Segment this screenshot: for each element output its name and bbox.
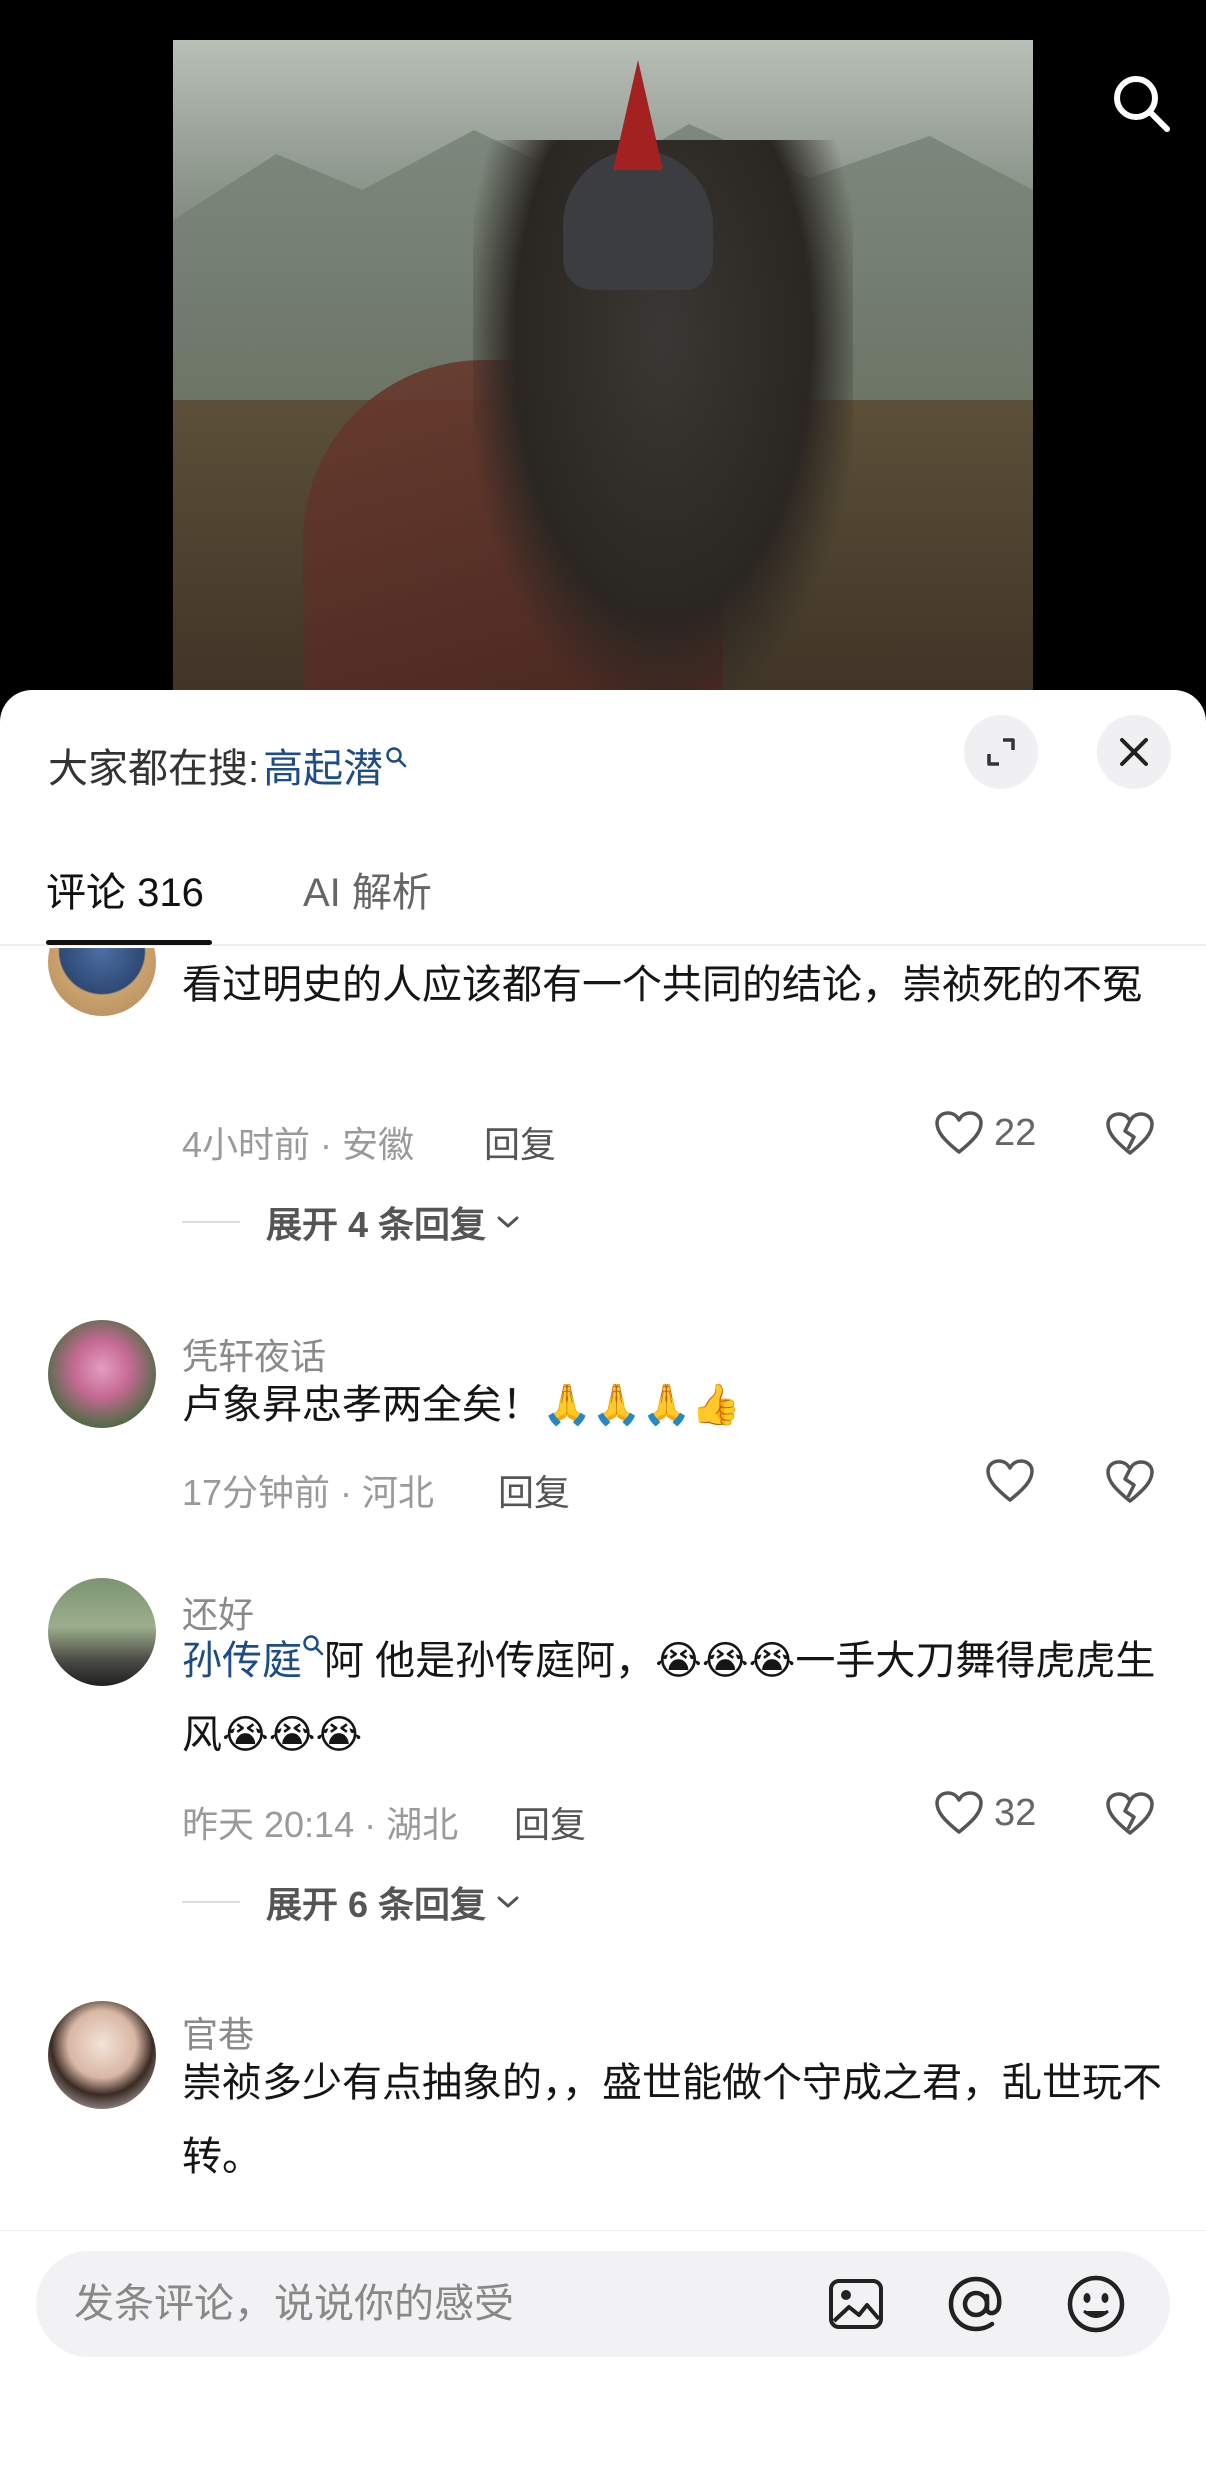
small-search-icon [386,747,407,768]
expand-replies-label: 展开 6 条回复 [266,1884,487,1925]
tab-bar: 评论 316 AI 解析 [0,840,1206,946]
dislike-button[interactable] [1105,1459,1155,1510]
broken-heart-icon [1106,1792,1154,1835]
at-icon [948,2276,1002,2332]
comment-text-block: 孙传庭 阿 他是孙传庭阿，😭😭😭一手大刀舞得虎虎生风😭😭😭 [182,1624,1162,1772]
comment-time-location: 4小时前 · 安徽 [182,1124,415,1165]
close-button[interactable] [1097,715,1171,789]
like-button[interactable]: 32 [934,1790,1036,1836]
video-frame[interactable] [173,40,1033,700]
comment-list[interactable]: 看过明史的人应该都有一个共同的结论，崇祯死的不冤 4小时前 · 安徽 回复 22… [0,948,1206,2248]
mention-button[interactable] [946,2274,1006,2334]
mention-link[interactable]: 孙传庭 [182,1639,302,1683]
video-helmet-plume [613,60,663,170]
comment-input-pill[interactable] [36,2251,1170,2357]
heart-icon [935,1791,983,1834]
expand-replies-label: 展开 4 条回复 [266,1204,487,1245]
video-player[interactable] [0,0,1206,700]
like-count: 32 [994,1791,1037,1834]
divider-line [182,1221,240,1223]
reply-button[interactable]: 回复 [514,1796,586,1848]
image-button[interactable] [826,2274,886,2334]
expand-replies[interactable]: 展开 4 条回复 [182,1196,522,1248]
search-icon [1114,76,1170,132]
avatar[interactable] [48,1578,156,1686]
comment-sheet: 大家都在搜: 高起潜 评论 316 AI 解析 看过明史的人应该都有一个共同的结… [0,690,1206,2475]
close-icon [1120,738,1148,766]
chevron-down-icon [497,1216,519,1228]
comment-input[interactable] [74,2251,774,2357]
search-button[interactable] [1106,68,1176,138]
hot-search-prefix: 大家都在搜: [48,747,260,791]
comment-time-location: 17分钟前 · 河北 [182,1472,435,1513]
chevron-down-icon [497,1896,519,1908]
emoji-icon [1067,2275,1125,2333]
dislike-button[interactable] [1105,1111,1155,1162]
comment-composer [0,2230,1206,2475]
broken-heart-icon [1106,1112,1154,1155]
tab-comments[interactable]: 评论 316 [46,860,204,918]
like-count: 22 [994,1111,1037,1154]
avatar[interactable] [48,948,156,1016]
heart-icon [935,1111,983,1154]
tab-ai-analysis[interactable]: AI 解析 [303,860,432,918]
reply-button[interactable]: 回复 [484,1116,556,1168]
comment-text: 卢象昇忠孝两全矣！🙏🙏🙏👍 [182,1383,742,1427]
like-button[interactable] [985,1458,1035,1504]
like-button[interactable]: 22 [934,1110,1036,1156]
small-search-icon [303,1635,324,1656]
expand-button[interactable] [964,715,1038,789]
expand-replies[interactable]: 展开 6 条回复 [182,1876,522,1928]
avatar[interactable] [48,1320,156,1428]
heart-icon [986,1459,1034,1502]
image-icon [829,2279,883,2329]
active-tab-indicator [46,940,212,945]
avatar[interactable] [48,2001,156,2109]
comment-text: 崇祯多少有点抽象的，，盛世能做个守成之君，乱世玩不转。 [182,2061,1162,2179]
hot-search[interactable]: 大家都在搜: 高起潜 [48,736,407,794]
comment-time-location: 昨天 20:14 · 湖北 [182,1804,459,1845]
sheet-header: 大家都在搜: 高起潜 [0,690,1206,830]
broken-heart-icon [1106,1460,1154,1503]
divider-line [182,1901,240,1903]
emoji-button[interactable] [1066,2274,1126,2334]
video-general-helmet [563,150,713,290]
comment-text: 看过明史的人应该都有一个共同的结论，崇祯死的不冤 [182,963,1142,1007]
expand-icon [987,738,1015,766]
hot-search-keyword[interactable]: 高起潜 [263,736,383,794]
dislike-button[interactable] [1105,1791,1155,1842]
reply-button[interactable]: 回复 [498,1464,570,1516]
comment-text: 阿 他是孙传庭阿，😭😭😭一手大刀舞得虎虎生风😭😭😭 [182,1639,1156,1757]
